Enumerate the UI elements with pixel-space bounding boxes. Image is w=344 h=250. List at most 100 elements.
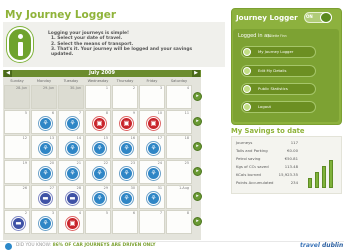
calendar-day[interactable]: 6 ⚘ [31,110,57,134]
bicycle-icon[interactable]: ⚘ [93,192,106,205]
day-number: 9 [132,111,135,115]
calendar-day[interactable]: 16 ⚘ [112,135,138,159]
calendar-day[interactable]: 17 ⚘ [139,135,165,159]
bicycle-icon[interactable]: ⚘ [66,117,79,130]
calendar-day[interactable]: 1-Aug [166,185,192,209]
bicycle-icon[interactable]: ⚘ [66,167,79,180]
arrow-glyph: ▸ [196,118,199,124]
savings-value: €50.81 [284,156,298,161]
calendar-day[interactable]: 9 ▣ [112,110,138,134]
menu-button[interactable]: My Journey Logger [241,46,316,58]
calendar-day[interactable]: 4 [166,85,192,109]
savings-title: My Savings to date [231,127,305,135]
calendar-day[interactable]: 26 [4,185,30,209]
bus-icon[interactable]: ▣ [147,117,160,130]
arrow-right-icon[interactable]: ▸ [193,142,202,151]
bicycle-icon[interactable]: ⚘ [93,142,106,155]
day-number: 25 [184,161,189,165]
calendar-day[interactable]: 28 ▬ [58,185,84,209]
calendar-day[interactable]: 12 [4,135,30,159]
bus-icon-glyph: ▣ [96,119,103,127]
day-number: 29-Jun [42,86,54,90]
menu-button[interactable]: Edit My Details [241,65,316,77]
bicycle-icon[interactable]: ⚘ [39,117,52,130]
bicycle-icon[interactable]: ⚘ [120,192,133,205]
calendar-day[interactable]: 27 ▬ [31,185,57,209]
calendar-day[interactable]: 7 ⚘ [58,110,84,134]
arrow-glyph: ▸ [196,93,199,99]
calendar-day[interactable]: 30 ⚘ [112,185,138,209]
bicycle-icon-glyph: ⚘ [69,169,76,177]
arrow-right-icon[interactable]: ▸ [193,167,202,176]
calendar-day[interactable]: 2 ▬ [4,210,30,234]
calendar-day[interactable]: 7 [139,210,165,234]
weekday-label: Sunday [10,79,24,83]
calendar-day[interactable]: 11 [166,110,192,134]
calendar-day[interactable]: 21 ⚘ [58,160,84,184]
arrow-right-icon[interactable]: ▸ [193,192,202,201]
calendar-day[interactable]: 1 [85,85,111,109]
calendar-day[interactable]: 13 ⚘ [31,135,57,159]
car-icon[interactable]: ▬ [39,192,52,205]
logged-in-label: Logged in as: [238,33,272,39]
weekday-label: Friday [146,79,158,83]
calendar-day[interactable]: 8 ▣ [85,110,111,134]
calendar-day[interactable]: 5 [4,110,30,134]
calendar-day[interactable]: 31 ⚘ [139,185,165,209]
bicycle-icon[interactable]: ⚘ [93,167,106,180]
arrow-right-icon[interactable]: ▸ [193,217,202,226]
next-month-button[interactable]: ▶ [192,70,200,77]
calendar-day[interactable]: 24 ⚘ [139,160,165,184]
weekday-label: Wednesday [87,79,109,83]
calendar-day[interactable]: 5 [85,210,111,234]
menu-button[interactable]: Public Statistics [241,83,316,95]
bicycle-icon[interactable]: ⚘ [39,167,52,180]
car-icon[interactable]: ▬ [66,192,79,205]
prev-month-button[interactable]: ◀ [4,70,12,77]
calendar-day[interactable]: 29-Jun [31,85,57,109]
calendar-day[interactable]: 25 [166,160,192,184]
calendar-day[interactable]: 18 [166,135,192,159]
day-number: 5 [24,111,27,115]
bus-icon[interactable]: ▣ [120,117,133,130]
bicycle-icon[interactable]: ⚘ [39,217,52,230]
calendar-day[interactable]: 30-Jun [58,85,84,109]
bicycle-icon[interactable]: ⚘ [39,142,52,155]
calendar-day[interactable]: 20 ⚘ [31,160,57,184]
arrow-right-icon[interactable]: ▸ [193,117,202,126]
arrow-right-icon[interactable]: ▸ [193,92,202,101]
calendar-day[interactable]: 4 ▣ [58,210,84,234]
calendar-day[interactable]: 29 ⚘ [85,185,111,209]
weekday-label: Tuesday [63,79,79,83]
calendar-day[interactable]: 22 ⚘ [85,160,111,184]
bicycle-icon[interactable]: ⚘ [147,192,160,205]
day-number: 1-Aug [179,186,189,190]
calendar-day[interactable]: 6 [112,210,138,234]
day-number: 26 [22,186,27,190]
day-number: 28 [76,186,81,190]
calendar-day[interactable]: 14 ⚘ [58,135,84,159]
car-icon[interactable]: ▬ [12,217,25,230]
bicycle-icon[interactable]: ⚘ [147,167,160,180]
bus-icon-glyph: ▣ [123,119,130,127]
bus-icon[interactable]: ▣ [93,117,106,130]
bus-icon[interactable]: ▣ [66,217,79,230]
calendar-day[interactable]: 15 ⚘ [85,135,111,159]
calendar-day[interactable]: 23 ⚘ [112,160,138,184]
bicycle-icon[interactable]: ⚘ [147,142,160,155]
toggle-knob[interactable] [320,12,332,23]
calendar-day[interactable]: 3 ⚘ [31,210,57,234]
bicycle-icon[interactable]: ⚘ [120,167,133,180]
savings-value: €0.00 [287,148,298,153]
calendar-day[interactable]: 10 ▣ [139,110,165,134]
logged-in-username: Juliette Finn [268,34,287,38]
calendar-day[interactable]: 19 [4,160,30,184]
day-number: 23 [130,161,135,165]
calendar-day[interactable]: 8 [166,210,192,234]
calendar-day[interactable]: 28-Jun [4,85,30,109]
calendar-day[interactable]: 2 [112,85,138,109]
bicycle-icon[interactable]: ⚘ [66,142,79,155]
bicycle-icon[interactable]: ⚘ [120,142,133,155]
calendar-day[interactable]: 3 [139,85,165,109]
menu-button[interactable]: Logout [241,101,316,113]
